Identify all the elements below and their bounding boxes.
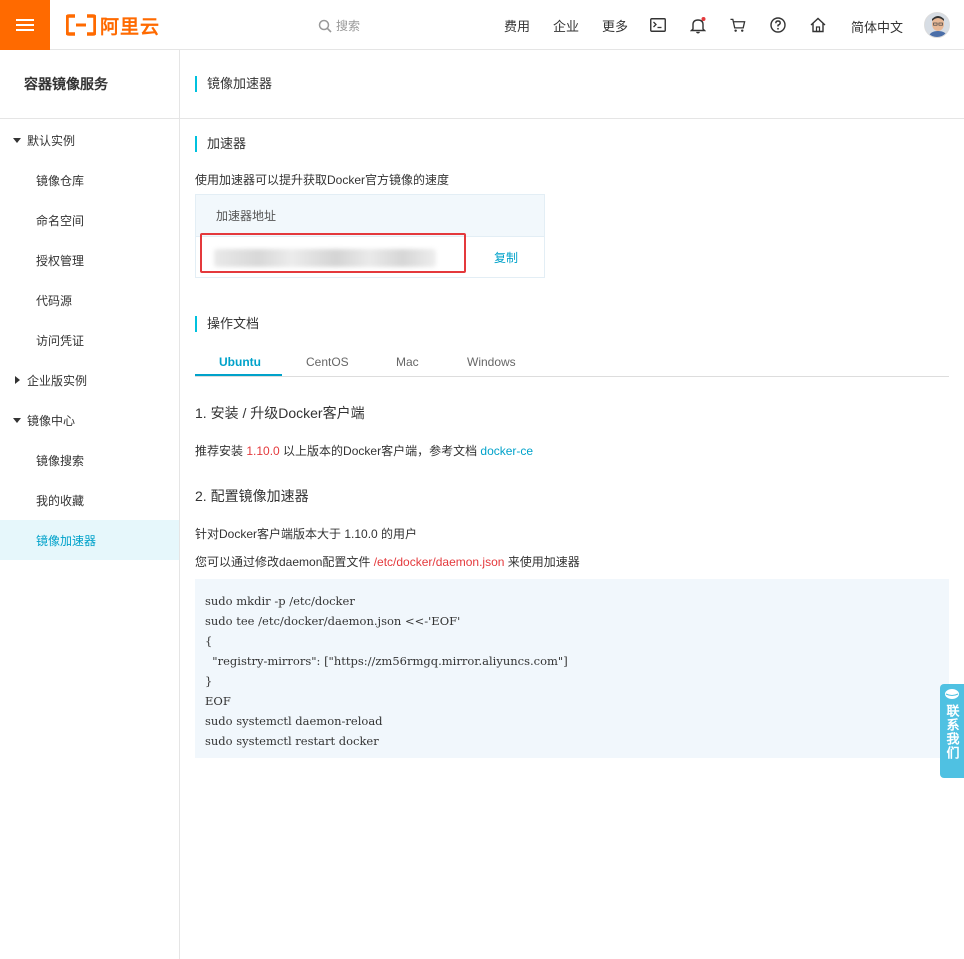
sidebar-group-label: 镜像中心 (27, 413, 76, 428)
tab-mac[interactable]: Mac (396, 355, 419, 369)
step2-line1: 针对Docker客户端版本大于 1.10.0 的用户 (195, 527, 418, 541)
sidebar-item-access-credentials[interactable]: 访问凭证 (0, 320, 179, 360)
search-placeholder: 搜索 (336, 19, 361, 33)
menu-icon-line (16, 29, 34, 31)
brand-name: 阿里云 (100, 16, 161, 38)
contact-icon (945, 689, 959, 699)
caret-right-icon (15, 376, 20, 384)
bell-icon[interactable] (690, 16, 706, 33)
docs-section-title: 操作文档 (195, 316, 259, 332)
step2-line2-after: 来使用加速器 (504, 555, 580, 569)
sidebar-title: 容器镜像服务 (0, 50, 179, 119)
daemon-json-path: /etc/docker/daemon.json (373, 555, 505, 569)
hamburger-menu-button[interactable] (0, 0, 50, 50)
accelerator-section-title: 加速器 (195, 136, 246, 152)
terminal-icon[interactable] (650, 17, 666, 33)
sidebar-item-image-accelerator[interactable]: 镜像加速器 (0, 520, 179, 560)
os-tabs: Ubuntu CentOS Mac Windows (195, 353, 949, 377)
step1-text-before: 推荐安装 (195, 444, 247, 458)
accelerator-table-header: 加速器地址 (196, 195, 544, 237)
home-icon[interactable] (810, 17, 826, 33)
sidebar-item-favorites[interactable]: 我的收藏 (0, 480, 179, 520)
aliyun-logo[interactable]: 阿里云 (66, 13, 161, 38)
step2-line2-before: 您可以通过修改daemon配置文件 (195, 555, 374, 569)
page-title: 镜像加速器 (195, 76, 272, 92)
sidebar-item-authorization[interactable]: 授权管理 (0, 240, 179, 280)
avatar-image (925, 13, 949, 37)
active-tab-indicator (195, 374, 282, 376)
aliyun-logo-icon (66, 14, 96, 36)
nav-link-billing[interactable]: 费用 (504, 16, 530, 35)
highlight-box (200, 233, 466, 273)
contact-label: 联系我们 (944, 704, 960, 760)
copy-button[interactable]: 复制 (494, 249, 518, 266)
tab-windows[interactable]: Windows (467, 355, 516, 369)
cart-icon[interactable] (730, 17, 746, 33)
nav-link-enterprise[interactable]: 企业 (553, 16, 579, 35)
step2-heading: 2. 配置镜像加速器 (195, 488, 309, 504)
sidebar-group-enterprise-instance[interactable]: 企业版实例 (0, 360, 179, 400)
language-selector[interactable]: 简体中文 (851, 17, 903, 36)
help-icon[interactable] (770, 17, 786, 33)
search-icon (318, 19, 332, 33)
top-icons (650, 16, 850, 33)
menu-icon-line (16, 24, 34, 26)
top-links: 费用 企业 更多 (504, 0, 651, 50)
top-navbar: 阿里云 搜索 费用 企业 更多 简体中文 (0, 0, 964, 50)
menu-icon-line (16, 19, 34, 21)
tab-centos[interactable]: CentOS (306, 355, 349, 369)
main-content: 镜像加速器 加速器 使用加速器可以提升获取Docker官方镜像的速度 加速器地址… (180, 50, 964, 959)
sidebar-group-label: 企业版实例 (27, 373, 88, 388)
sidebar-group-default-instance[interactable]: 默认实例 (0, 120, 179, 160)
step1-text: 推荐安装 1.10.0 以上版本的Docker客户端，参考文档 docker-c… (195, 442, 533, 459)
user-avatar[interactable] (924, 12, 950, 38)
sidebar-item-image-repo[interactable]: 镜像仓库 (0, 160, 179, 200)
global-search[interactable]: 搜索 (318, 17, 360, 34)
accelerator-description: 使用加速器可以提升获取Docker官方镜像的速度 (195, 173, 450, 187)
sidebar: 容器镜像服务 默认实例 镜像仓库 命名空间 授权管理 代码源 访问凭证 企业版实… (0, 50, 180, 959)
caret-down-icon (13, 417, 21, 423)
step1-text-middle: 以上版本的Docker客户端，参考文档 (279, 444, 481, 458)
contact-us-button[interactable]: 联系我们 (940, 684, 964, 778)
page-header: 镜像加速器 (180, 50, 964, 119)
step2-line2: 您可以通过修改daemon配置文件 /etc/docker/daemon.jso… (195, 553, 580, 570)
nav-link-more[interactable]: 更多 (602, 16, 628, 35)
code-block[interactable]: sudo mkdir -p /etc/docker sudo tee /etc/… (195, 579, 949, 758)
sidebar-item-namespace[interactable]: 命名空间 (0, 200, 179, 240)
sidebar-item-image-search[interactable]: 镜像搜索 (0, 440, 179, 480)
tab-ubuntu[interactable]: Ubuntu (219, 355, 261, 369)
docker-ce-link[interactable]: docker-ce (480, 444, 533, 458)
sidebar-item-code-source[interactable]: 代码源 (0, 280, 179, 320)
caret-down-icon (13, 137, 21, 143)
step1-heading: 1. 安装 / 升级Docker客户端 (195, 405, 365, 421)
recommended-version: 1.10.0 (246, 444, 280, 458)
sidebar-group-label: 默认实例 (27, 133, 76, 148)
sidebar-group-image-center[interactable]: 镜像中心 (0, 400, 179, 440)
